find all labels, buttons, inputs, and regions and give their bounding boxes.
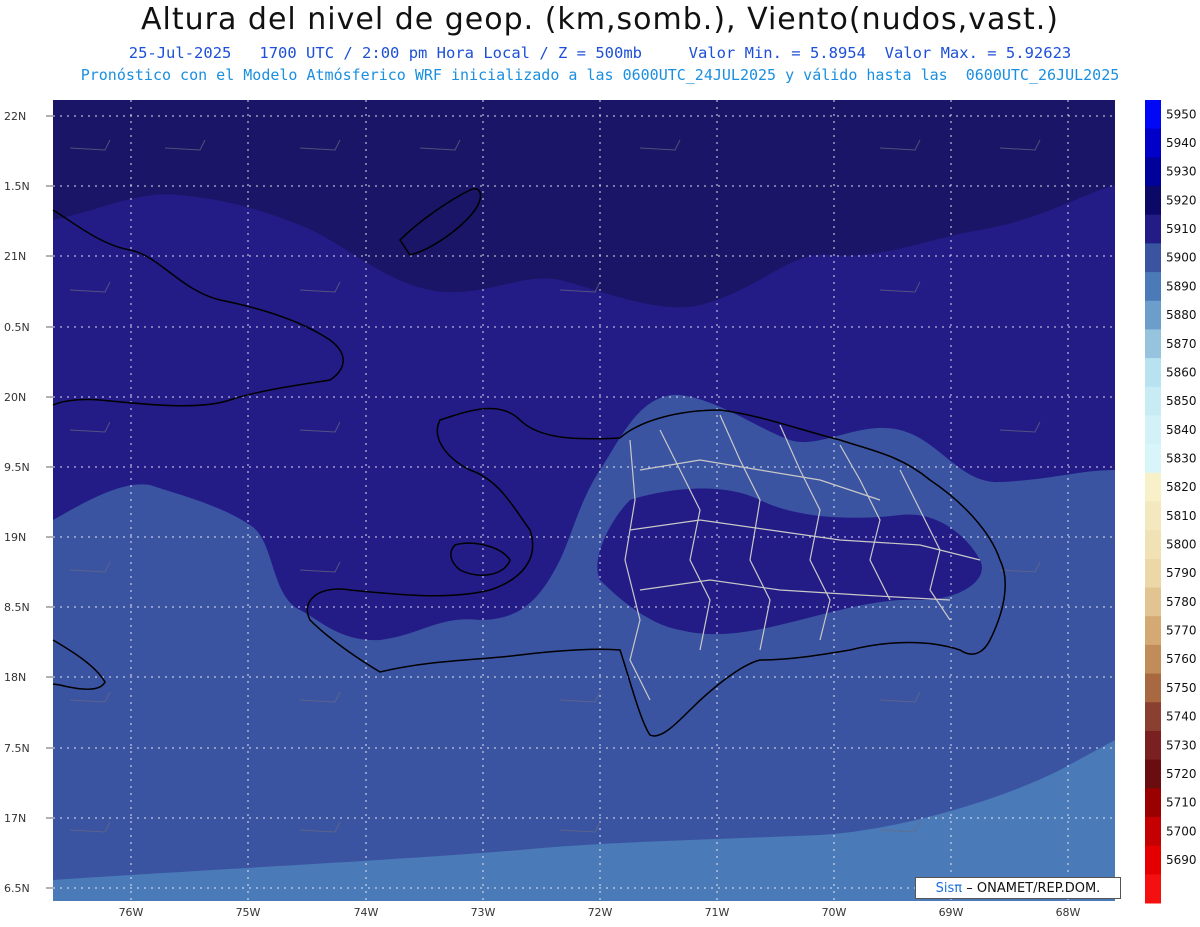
lat-label: 0.5N	[4, 321, 30, 334]
colorbar-swatch	[1145, 730, 1161, 761]
colorbar-swatch	[1145, 386, 1161, 416]
lat-label: 21N	[4, 250, 26, 263]
colorbar-swatch	[1145, 329, 1161, 359]
lat-label: 19N	[4, 531, 26, 544]
colorbar-label: 5870	[1166, 337, 1197, 351]
longitude-labels: 76W 75W 74W 73W 72W 71W 70W 69W 68W	[119, 906, 1081, 919]
colorbar-label: 5800	[1166, 538, 1197, 552]
axis-ticks	[46, 115, 53, 889]
lon-label: 75W	[236, 906, 261, 919]
colorbar-label: 5910	[1166, 222, 1197, 236]
lat-label: 8.5N	[4, 601, 30, 614]
colorbar-label: 5720	[1166, 767, 1197, 781]
colorbar: 5950 5940 5930 5920 5910 5900 5890 5880 5870 5860…	[1145, 100, 1197, 904]
colorbar-label: 5740	[1166, 710, 1197, 724]
lat-label: 22N	[4, 110, 26, 123]
colorbar-swatch	[1145, 100, 1161, 130]
colorbar-swatch	[1145, 415, 1161, 445]
model-info-line: Pronóstico con el Modelo Atmósferico WRF…	[80, 66, 1120, 84]
colorbar-swatch	[1145, 874, 1161, 904]
colorbar-swatch	[1145, 788, 1161, 818]
lat-label: 18N	[4, 671, 26, 684]
lon-label: 72W	[588, 906, 613, 919]
colorbar-swatch	[1145, 558, 1161, 589]
colorbar-label: 5730	[1166, 738, 1197, 752]
colorbar-label: 5780	[1166, 595, 1197, 609]
colorbar-swatch	[1145, 816, 1161, 847]
colorbar-swatch	[1145, 673, 1161, 703]
lon-label: 76W	[119, 906, 144, 919]
colorbar-label: 5750	[1166, 681, 1197, 695]
colorbar-swatch	[1145, 759, 1161, 789]
colorbar-label: 5860	[1166, 365, 1197, 379]
colorbar-label: 5790	[1166, 566, 1197, 580]
credit-box: Sisπ – ONAMET/REP.DOM.	[915, 877, 1121, 899]
colorbar-swatch	[1145, 243, 1161, 273]
colorbar-label: 5950	[1166, 107, 1197, 121]
lat-label: 6.5N	[4, 882, 30, 895]
colorbar-label: 5760	[1166, 652, 1197, 666]
colorbar-label: 5940	[1166, 136, 1197, 150]
lon-label: 68W	[1056, 906, 1081, 919]
lon-label: 70W	[822, 906, 847, 919]
map-title: Altura del nivel de geop. (km,somb.), Vi…	[141, 2, 1059, 37]
colorbar-swatch	[1145, 702, 1161, 732]
colorbar-swatch	[1145, 300, 1161, 330]
colorbar-swatch	[1145, 472, 1161, 502]
forecast-info-line: 25-Jul-2025 1700 UTC / 2:00 pm Hora Loca…	[128, 44, 1072, 62]
lon-label: 73W	[471, 906, 496, 919]
lon-label: 71W	[705, 906, 730, 919]
colorbar-label: 5710	[1166, 796, 1197, 810]
colorbar-label: 5770	[1166, 624, 1197, 638]
forecast-map: 22N 1.5N 21N 0.5N 20N 9.5N 19N 8.5N 18N …	[4, 100, 1197, 919]
colorbar-swatch	[1145, 157, 1161, 187]
credit-text: – ONAMET/REP.DOM.	[966, 881, 1101, 896]
colorbar-label: 5690	[1166, 853, 1197, 867]
lat-label: 1.5N	[4, 180, 30, 193]
lon-label: 74W	[354, 906, 379, 919]
colorbar-swatch	[1145, 616, 1161, 646]
lat-label: 20N	[4, 391, 26, 404]
colorbar-swatch	[1145, 501, 1161, 531]
colorbar-swatch	[1145, 272, 1161, 302]
colorbar-label: 5700	[1166, 824, 1197, 838]
colorbar-swatch	[1145, 214, 1161, 244]
colorbar-label: 5880	[1166, 308, 1197, 322]
colorbar-swatch	[1145, 444, 1161, 474]
colorbar-swatch	[1145, 128, 1161, 158]
colorbar-label: 5900	[1166, 251, 1197, 265]
colorbar-swatch	[1145, 644, 1161, 675]
colorbar-label: 5890	[1166, 279, 1197, 293]
colorbar-label: 5830	[1166, 451, 1197, 465]
colorbar-swatch	[1145, 587, 1161, 617]
colorbar-swatch	[1145, 530, 1161, 560]
lat-label: 7.5N	[4, 742, 30, 755]
colorbar-label: 5810	[1166, 509, 1197, 523]
colorbar-label: 5820	[1166, 480, 1197, 494]
lat-label: 9.5N	[4, 461, 30, 474]
lat-label: 17N	[4, 812, 26, 825]
lon-label: 69W	[939, 906, 964, 919]
colorbar-label: 5840	[1166, 423, 1197, 437]
colorbar-label: 5920	[1166, 193, 1197, 207]
colorbar-swatch	[1145, 358, 1161, 388]
latitude-labels: 22N 1.5N 21N 0.5N 20N 9.5N 19N 8.5N 18N …	[4, 110, 30, 895]
brand-logo: Sisπ	[935, 881, 963, 896]
colorbar-swatch	[1145, 186, 1161, 216]
colorbar-label: 5850	[1166, 394, 1197, 408]
colorbar-swatch	[1145, 845, 1161, 875]
colorbar-label: 5930	[1166, 165, 1197, 179]
